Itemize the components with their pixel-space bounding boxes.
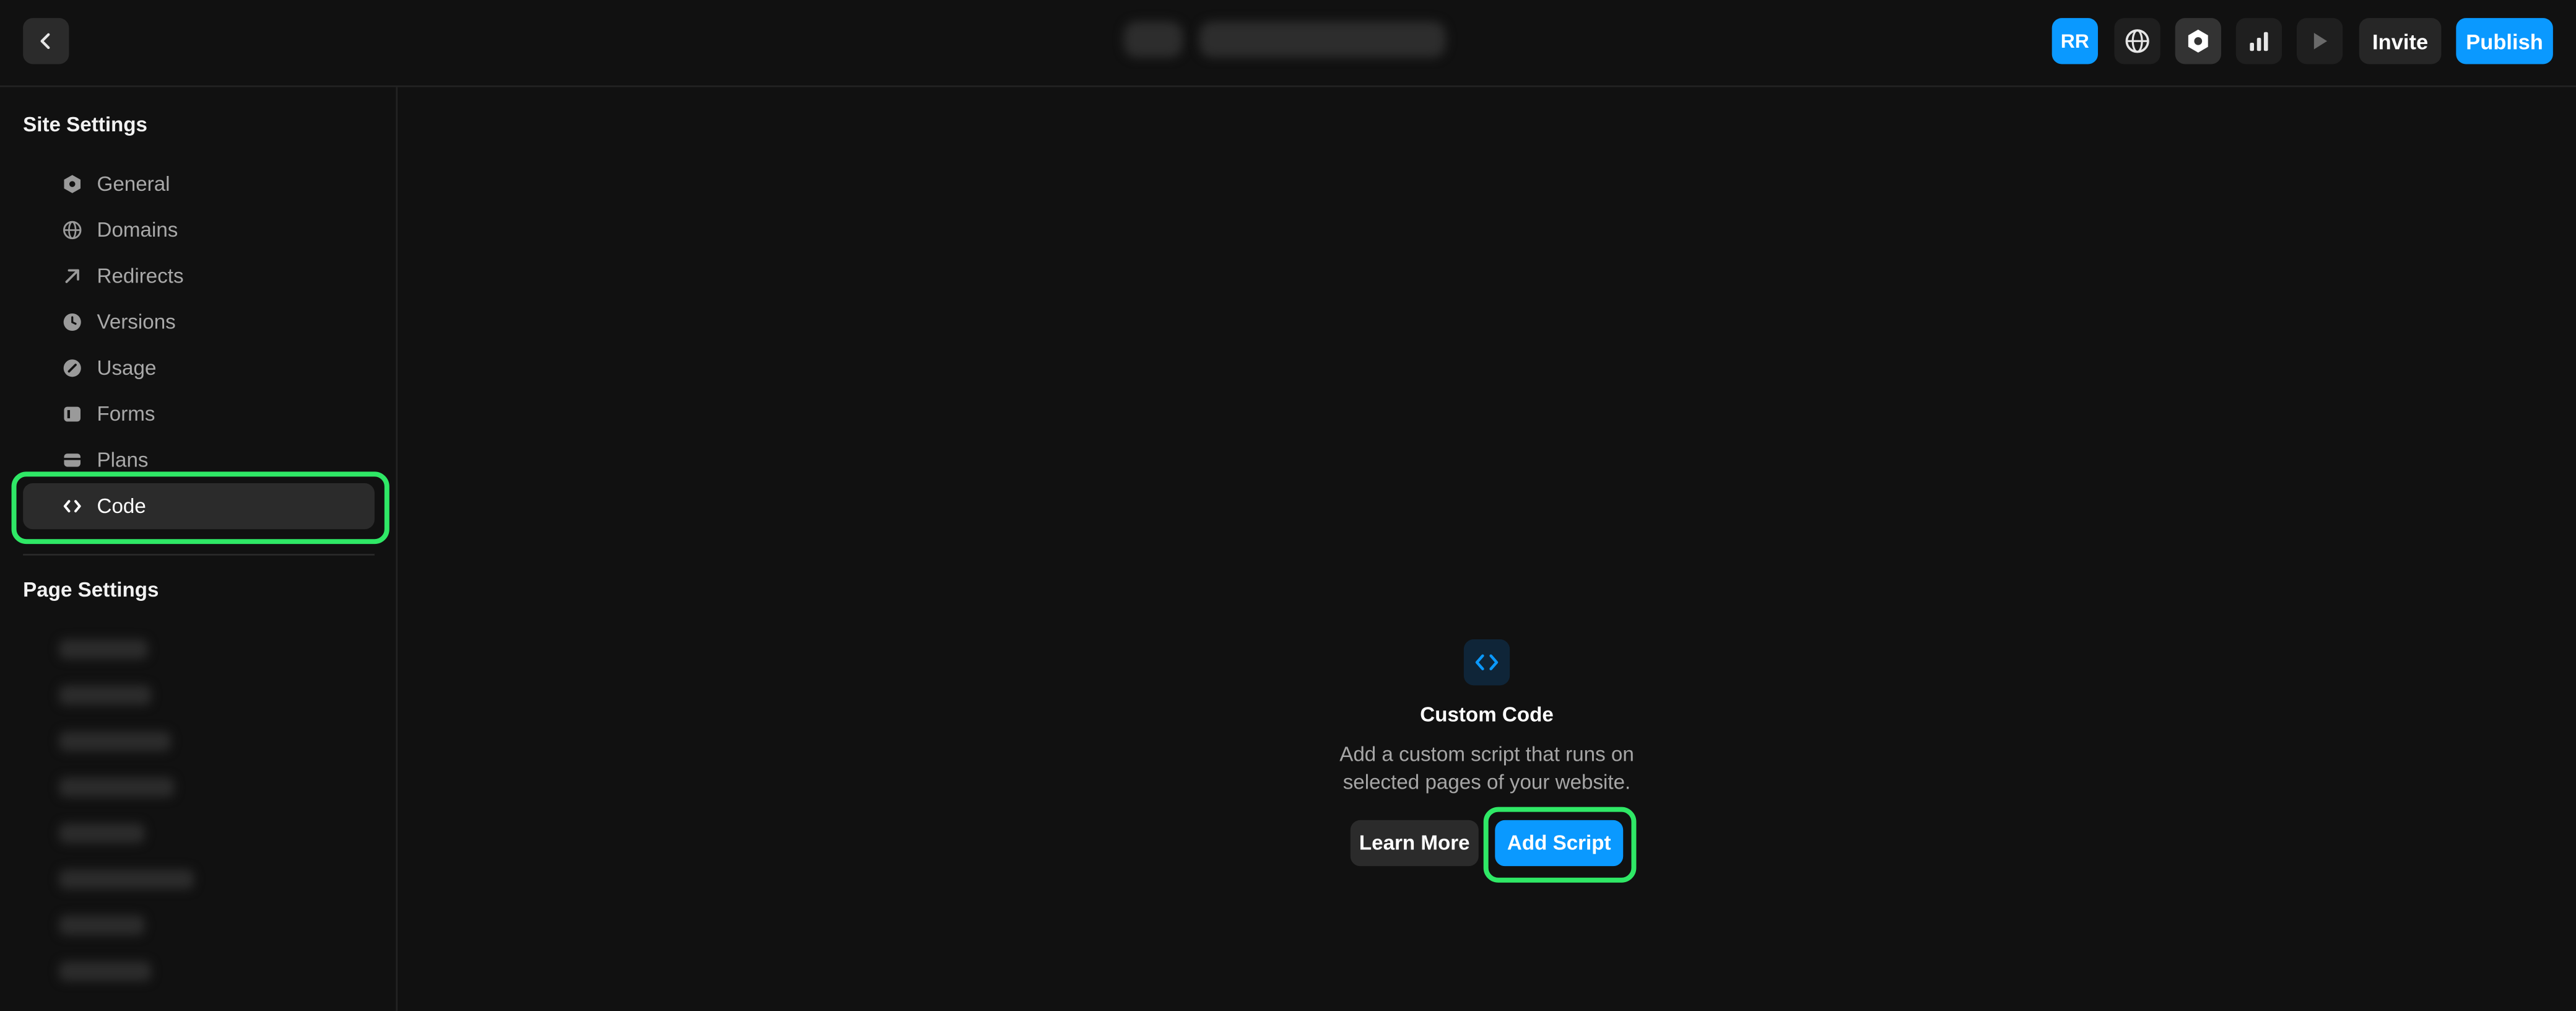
back-button[interactable] [23,18,69,64]
globe-button[interactable] [2114,18,2160,64]
sidebar-item-versions[interactable]: Versions [23,299,375,345]
settings-sidebar: Site Settings General Domains Redirects … [0,87,398,1011]
blurred-page-item[interactable] [59,639,148,659]
sidebar-item-label: Forms [97,402,155,426]
description-line: selected pages of your website. [1342,771,1631,794]
sidebar-divider [23,554,375,556]
blurred-page-item[interactable] [59,869,194,890]
publish-button[interactable]: Publish [2456,18,2553,64]
description-line: Add a custom script that runs on [1339,743,1634,766]
user-avatar[interactable]: RR [2052,18,2098,64]
arrow-up-right-icon [63,266,82,286]
sidebar-item-forms[interactable]: Forms [23,391,375,437]
blurred-page-item[interactable] [59,915,145,935]
settings-hexagon-icon [2188,29,2208,53]
learn-more-button[interactable]: Learn More [1350,820,1479,867]
add-script-button[interactable]: Add Script [1495,820,1624,867]
sidebar-item-label: Code [97,494,146,518]
analytics-button[interactable] [2235,18,2282,64]
blurred-page-item[interactable] [59,961,152,981]
sidebar-item-redirects[interactable]: Redirects [23,253,375,299]
custom-code-badge [1463,639,1510,686]
sidebar-item-label: Versions [97,310,176,334]
blurred-page-item[interactable] [59,777,175,797]
project-subtitle-blurred [1199,21,1446,58]
gauge-icon [63,358,82,378]
site-settings-heading: Site Settings [23,113,148,137]
sidebar-item-code[interactable]: Code [23,483,375,530]
globe-icon [63,221,82,240]
clock-icon [63,312,82,332]
blurred-page-item[interactable] [59,685,152,706]
sidebar-item-usage[interactable]: Usage [23,345,375,391]
back-icon [40,33,50,50]
page-settings-heading: Page Settings [23,578,159,602]
blurred-page-item[interactable] [59,731,171,751]
preview-play-icon [2313,33,2328,50]
sidebar-item-domains[interactable]: Domains [23,207,375,253]
project-title-blurred [1123,21,1183,58]
blurred-page-item[interactable] [59,823,145,844]
sidebar-item-label: Domains [97,218,178,242]
sidebar-item-general[interactable]: General [23,161,375,207]
sidebar-item-label: Plans [97,449,149,472]
analytics-bars-icon [2250,32,2268,51]
custom-code-title: Custom Code [1420,703,1554,727]
code-icon [1475,654,1499,671]
sidebar-item-label: Redirects [97,265,184,288]
top-bar: RR Invite Publish [0,0,2576,87]
app-window: RR Invite Publish Site Settings General … [0,0,2576,1011]
code-icon [63,496,82,516]
hexagon-icon [63,174,82,194]
custom-code-description: Add a custom script that runs on selecte… [1306,742,1668,797]
plans-icon [63,450,82,470]
form-icon [63,405,82,424]
sidebar-item-label: Usage [97,356,157,380]
sidebar-item-plans[interactable]: Plans [23,437,375,483]
sidebar-item-label: General [97,172,170,196]
preview-button[interactable] [2296,18,2343,64]
settings-button[interactable] [2175,18,2221,64]
globe-icon [2125,29,2149,53]
invite-button[interactable]: Invite [2359,18,2442,64]
